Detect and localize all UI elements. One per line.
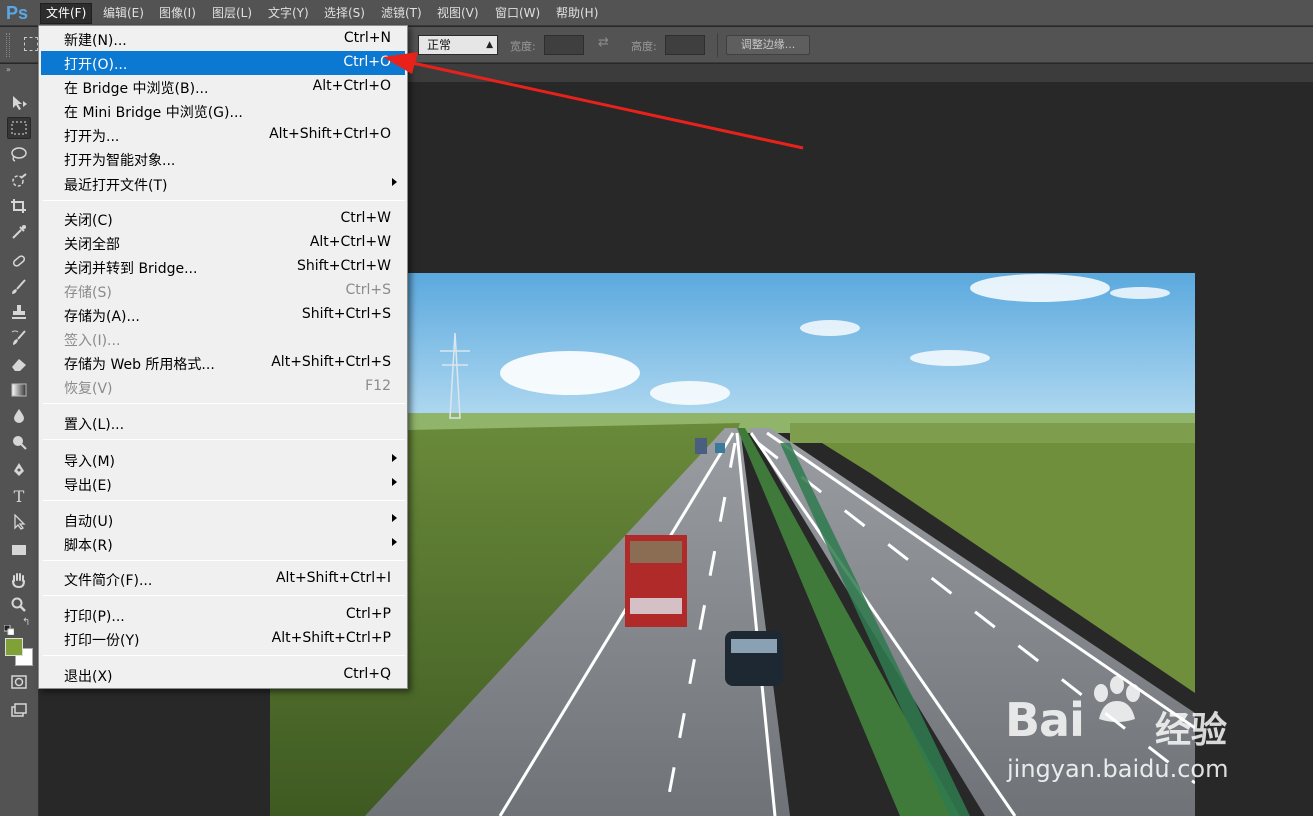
menu-item-import[interactable]: 导入(M) [41,448,405,472]
menu-select[interactable]: 选择(S) [319,4,370,23]
menu-item-browse-bridge[interactable]: 在 Bridge 中浏览(B)... Alt+Ctrl+O [41,75,405,99]
menu-separator [43,200,405,201]
move-icon[interactable] [7,92,31,114]
width-label: 宽度: [510,40,536,53]
menu-item-file-info[interactable]: 文件简介(F)... Alt+Shift+Ctrl+I [41,567,405,591]
menu-layer[interactable]: 图层(L) [207,4,257,23]
submenu-arrow-icon [392,538,397,546]
eraser-icon[interactable] [7,353,31,375]
height-input[interactable] [665,35,705,55]
menu-image[interactable]: 图像(I) [154,4,201,23]
menu-file[interactable]: 文件(F) [40,3,93,24]
swap-colors-icon[interactable]: ↰ [22,617,30,628]
photoshop-logo: Ps [6,3,29,23]
menu-item-save-for-web[interactable]: 存储为 Web 所用格式... Alt+Shift+Ctrl+S [41,351,405,375]
menu-item-open[interactable]: 打开(O)... Ctrl+O [41,51,405,75]
menu-type[interactable]: 文字(Y) [263,4,314,23]
menu-item-recent-files[interactable]: 最近打开文件(T) [41,172,405,196]
menu-item-automate[interactable]: 自动(U) [41,508,405,532]
rect-marquee-icon[interactable] [7,117,31,139]
menu-bar: Ps 文件(F) 编辑(E) 图像(I) 图层(L) 文字(Y) 选择(S) 滤… [0,0,1313,26]
menu-item-check-in: 签入(I)... [64,333,121,349]
screen-mode-icon[interactable] [7,699,31,721]
swap-dimensions-icon[interactable]: ⇄ [598,35,609,50]
menu-item-browse-mini-bridge[interactable]: 在 Mini Bridge 中浏览(G)... [41,99,405,123]
menu-separator [43,439,405,440]
dodge-icon[interactable] [7,431,31,453]
healing-brush-icon[interactable] [7,250,31,272]
width-input[interactable] [544,35,584,55]
brush-icon[interactable] [7,276,31,298]
height-label: 高度: [631,40,657,53]
menu-help[interactable]: 帮助(H) [551,4,603,23]
menu-item-open-smart-object[interactable]: 打开为智能对象... [41,147,405,171]
type-icon[interactable]: T [7,486,31,508]
menu-item-close-go-bridge[interactable]: 关闭并转到 Bridge... Shift+Ctrl+W [41,255,405,279]
submenu-arrow-icon [392,178,397,186]
menu-item-scripts[interactable]: 脚本(R) [41,532,405,556]
default-colors-icon[interactable] [3,620,15,636]
menu-separator [43,595,405,596]
options-grip[interactable] [6,33,10,57]
menu-item-export[interactable]: 导出(E) [41,472,405,496]
menu-item-print[interactable]: 打印(P)... Ctrl+P [41,603,405,627]
quick-select-icon[interactable] [7,170,31,192]
style-select[interactable]: 正常 ▲ [418,35,498,55]
baidu-paw-icon [1094,676,1140,722]
toolbox: » T ↰ [0,64,39,816]
menu-separator [43,655,405,656]
options-divider [717,33,718,57]
menu-item-save: 存储(S) Ctrl+S [64,282,391,301]
history-brush-icon[interactable] [7,327,31,349]
clone-stamp-icon[interactable] [7,301,31,323]
pen-icon[interactable] [7,459,31,481]
submenu-arrow-icon [392,454,397,462]
crop-icon[interactable] [7,195,31,217]
watermark-brand: Bai [1005,693,1085,747]
tool-preset-marquee-icon[interactable] [24,37,38,51]
foreground-color-swatch[interactable] [5,638,23,656]
chevron-down-icon: ▲ [486,40,493,50]
hand-icon[interactable] [7,569,31,591]
menu-item-open-as[interactable]: 打开为... Alt+Shift+Ctrl+O [41,123,405,147]
menu-item-new[interactable]: 新建(N)... Ctrl+N [41,27,405,51]
menu-separator [43,560,405,561]
baidu-jingyan-watermark: Bai 经验 jingyan.baidu.com [1005,675,1245,785]
quick-mask-icon[interactable] [7,671,31,693]
menu-separator [43,500,405,501]
menu-item-close[interactable]: 关闭(C) Ctrl+W [41,207,405,231]
lasso-icon[interactable] [7,143,31,165]
zoom-icon[interactable] [7,594,31,616]
menu-item-save-as[interactable]: 存储为(A)... Shift+Ctrl+S [41,303,405,327]
menu-item-revert: 恢复(V) F12 [64,378,391,397]
menu-window[interactable]: 窗口(W) [490,4,545,23]
watermark-brand-cn: 经验 [1155,710,1228,751]
watermark-url: jingyan.baidu.com [1007,755,1229,783]
menu-item-close-all[interactable]: 关闭全部 Alt+Ctrl+W [41,231,405,255]
submenu-arrow-icon [392,478,397,486]
menu-item-exit[interactable]: 退出(X) Ctrl+Q [41,663,405,687]
file-menu-dropdown: 新建(N)... Ctrl+N 打开(O)... Ctrl+O 在 Bridge 中… [38,25,408,689]
menu-separator [43,403,405,404]
menu-item-print-one-copy[interactable]: 打印一份(Y) Alt+Shift+Ctrl+P [41,627,405,651]
path-select-icon[interactable] [7,511,31,533]
refine-edge-button[interactable]: 调整边缘... [726,35,810,55]
collapse-panel-icon[interactable]: » [6,65,11,74]
menu-filter[interactable]: 滤镜(T) [376,4,427,23]
submenu-arrow-icon [392,514,397,522]
menu-item-place[interactable]: 置入(L)... [41,411,405,435]
style-select-value: 正常 [427,38,452,52]
blur-icon[interactable] [7,405,31,427]
rectangle-shape-icon[interactable] [7,539,31,561]
gradient-icon[interactable] [7,379,31,401]
menu-edit[interactable]: 编辑(E) [98,4,149,23]
eyedropper-icon[interactable] [7,221,31,243]
menu-view[interactable]: 视图(V) [432,4,484,23]
